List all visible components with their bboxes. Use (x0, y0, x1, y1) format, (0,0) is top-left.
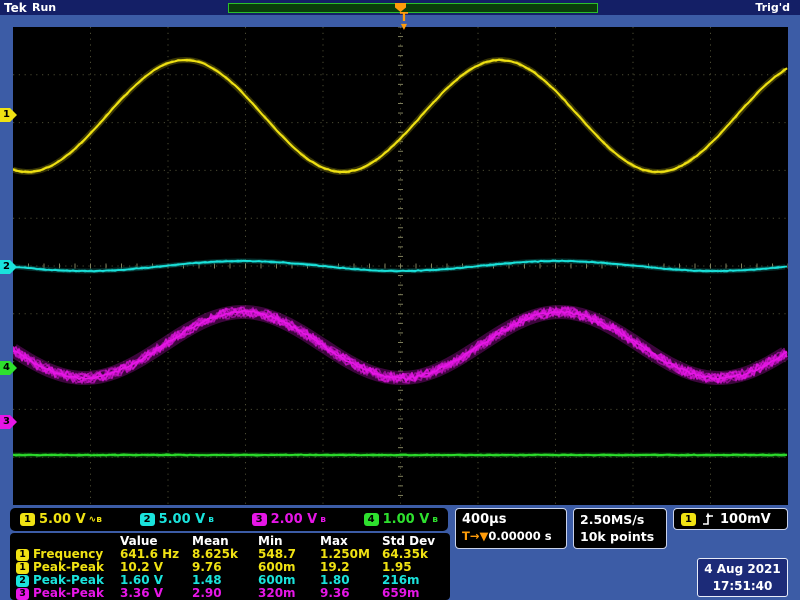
channel-scale-readouts: 1 5.00 V ∿ʙ 2 5.00 V ʙ 3 2.00 V ʙ 4 1.00… (10, 508, 448, 531)
channel4-readout: 4 1.00 V ʙ (363, 512, 438, 527)
sample-rate: 2.50MS/s (580, 512, 645, 527)
channel3-badge: 3 (251, 513, 267, 526)
channel2-scale: 5.00 V (158, 512, 206, 527)
horizontal-readout: 400µs T→▼0.00000 s (455, 508, 567, 549)
channel4-coupling-icon: ʙ (432, 514, 438, 525)
measurement-max: 9.36 (320, 586, 350, 600)
measurement-source-badge: 3 (16, 587, 29, 600)
channel1-coupling-icon: ∿ʙ (88, 514, 102, 525)
measurement-source-badge: 2 (16, 574, 29, 587)
acquisition-state: Run (32, 1, 57, 14)
trigger-pos-arrow-icon: →▼ (469, 529, 489, 543)
trigger-position-flag: T ▼ (394, 11, 414, 31)
measurement-name: Peak-Peak (33, 586, 105, 600)
trigger-level: 100mV (720, 511, 771, 527)
channel2-readout: 2 5.00 V ʙ (139, 512, 214, 527)
measurement-source-badge: 1 (16, 561, 29, 574)
measurement-value: 3.36 V (120, 586, 164, 600)
date-value: 4 Aug 2021 (704, 562, 781, 576)
rising-edge-icon (703, 512, 713, 525)
measurement-stddev: 659m (382, 586, 420, 600)
channel3-coupling-icon: ʙ (320, 514, 326, 525)
trigger-status: Trig'd (755, 1, 790, 14)
tek-logo: Tek (4, 1, 27, 15)
trigger-position-value: 0.00000 s (488, 529, 552, 543)
time-value: 17:51:40 (712, 579, 773, 593)
channel2-coupling-icon: ʙ (208, 514, 214, 525)
measurement-table: Value Mean Min Max Std Dev 1 Frequency 64… (10, 533, 450, 600)
channel2-badge: 2 (139, 513, 155, 526)
channel1-readout: 1 5.00 V ∿ʙ (20, 512, 102, 527)
trigger-down-arrow-icon: ▼ (400, 22, 408, 31)
trigger-readout: 1 100mV (673, 508, 788, 530)
measurement-source-badge: 1 (16, 548, 29, 561)
measurement-mean: 2.90 (192, 586, 222, 600)
measurement-min: 320m (258, 586, 296, 600)
timebase-scale: 400µs (462, 512, 507, 527)
trigger-position-readout: T→▼0.00000 s (462, 529, 560, 544)
trigger-pos-t-icon: T (462, 529, 470, 543)
channel3-scale: 2.00 V (270, 512, 318, 527)
channel4-scale: 1.00 V (382, 512, 430, 527)
trigger-source-badge: 1 (681, 512, 696, 526)
channel1-badge: 1 (20, 513, 35, 526)
channel3-readout: 3 2.00 V ʙ (251, 512, 326, 527)
waveform-display (13, 27, 788, 505)
waveform-canvas (13, 27, 788, 505)
record-length: 10k points (580, 529, 655, 544)
acquisition-readout: 2.50MS/s 10k points (573, 508, 667, 549)
channel1-scale: 5.00 V (39, 512, 86, 527)
measurement-row: 3 Peak-Peak 3.36 V 2.90 320m 9.36 659m (16, 587, 450, 600)
datetime-display: 4 Aug 2021 17:51:40 (697, 558, 788, 597)
channel4-badge: 4 (363, 513, 379, 526)
